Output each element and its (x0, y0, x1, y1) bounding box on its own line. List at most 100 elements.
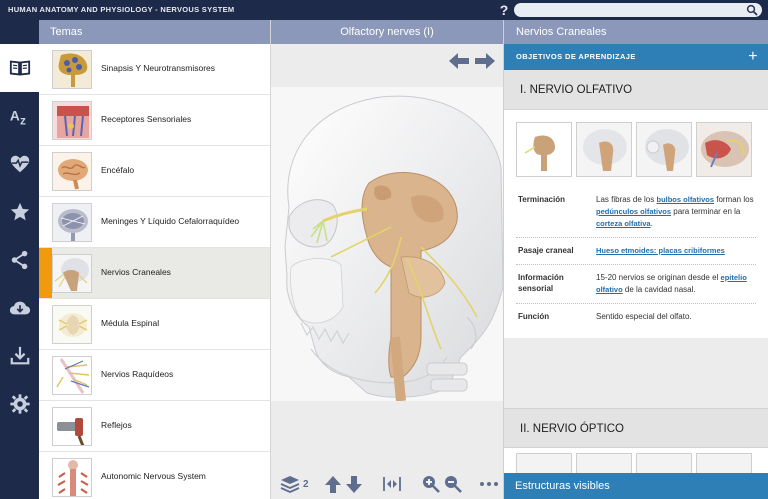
zoom-in-button[interactable] (421, 474, 441, 494)
info-panel: Nervios Craneales OBJETIVOS DE APRENDIZA… (503, 20, 768, 499)
info-value: Las fibras de los bulbos olfativos forma… (596, 194, 756, 230)
topic-thumbnail (52, 356, 92, 395)
help-icon[interactable]: ? (498, 1, 510, 19)
rail-book-button[interactable] (0, 44, 39, 92)
topic-thumbnail (52, 101, 92, 140)
viewer-toolbar: 2 (271, 469, 503, 499)
3d-model-canvas[interactable] (271, 87, 503, 401)
expand-plus-icon[interactable]: + (748, 44, 758, 70)
optic-thumbnails (504, 448, 768, 473)
topic-item-brain[interactable]: Encéfalo (39, 146, 270, 197)
image-thumbnail[interactable] (576, 122, 632, 177)
view-navigation (448, 51, 496, 71)
topic-label: Meninges Y Líquido Cefalorraquídeo (101, 216, 240, 226)
info-text: para terminar en la (671, 207, 741, 216)
section-body-olfactory: Terminación Las fibras de los bulbos olf… (504, 110, 768, 338)
rail-favorites-button[interactable] (0, 188, 39, 236)
topic-label: Nervios Craneales (101, 267, 171, 277)
fit-width-icon (383, 477, 401, 491)
skull-nerve-illustration (284, 95, 503, 401)
info-text: Sentido especial del olfato. (596, 312, 692, 321)
section-optic: II. NERVIO ÓPTICO (504, 408, 768, 473)
more-options-button[interactable] (479, 474, 499, 494)
topic-item-receptors[interactable]: Receptores Sensoriales (39, 95, 270, 146)
info-row-cranial-passage: Pasaje craneal Hueso etmoides: placas cr… (516, 237, 756, 264)
more-icon (480, 482, 498, 486)
topic-thumbnail (52, 50, 92, 89)
image-thumbnail[interactable] (636, 453, 692, 473)
rail-cloud-button[interactable] (0, 284, 39, 332)
search-icon[interactable] (746, 4, 758, 16)
layers-icon (280, 476, 300, 493)
link-olfactory-peduncles[interactable]: pedúnculos olfativos (596, 207, 671, 216)
svg-text:z: z (20, 113, 26, 127)
selection-indicator (39, 248, 52, 298)
layers-button[interactable]: 2 (280, 474, 309, 494)
topic-label: Sinapsis Y Neurotransmisores (101, 63, 216, 73)
topic-item-reflexes[interactable]: Reflejos (39, 401, 270, 452)
topics-header: Temas (39, 20, 270, 44)
info-header: Nervios Craneales (504, 20, 768, 44)
info-key: Información sensorial (518, 273, 564, 293)
search-input[interactable] (514, 3, 762, 17)
topic-thumbnail (52, 152, 92, 191)
info-key: Terminación (518, 195, 565, 204)
image-thumbnails (516, 122, 756, 177)
model-viewer: Olfactory nerves (I) 2 (271, 20, 503, 499)
topic-item-meninges[interactable]: Meninges Y Líquido Cefalorraquídeo (39, 197, 270, 248)
previous-arrow-icon[interactable] (448, 51, 470, 71)
info-value: Hueso etmoides: placas cribiformes (596, 245, 756, 257)
info-key: Pasaje craneal (518, 246, 574, 255)
learning-objectives-bar[interactable]: OBJETIVOS DE APRENDIZAJE + (504, 44, 768, 70)
link-ethmoid-bone[interactable]: Hueso etmoides: placas cribiformes (596, 246, 725, 255)
arrow-up-icon (325, 476, 341, 493)
fit-view-button[interactable] (382, 474, 402, 494)
image-thumbnail[interactable] (636, 122, 692, 177)
topic-item-spinal-cord[interactable]: Médula Espinal (39, 299, 270, 350)
topic-thumbnail (52, 305, 92, 344)
topic-thumbnail (52, 254, 92, 293)
heartbeat-icon (10, 155, 29, 173)
next-arrow-icon[interactable] (474, 51, 496, 71)
topic-thumbnail (52, 203, 92, 242)
layer-up-button[interactable] (323, 474, 343, 494)
topic-item-synapse[interactable]: Sinapsis Y Neurotransmisores (39, 44, 270, 95)
topic-item-cranial-nerves[interactable]: Nervios Craneales (39, 248, 270, 299)
section-title-optic: II. NERVIO ÓPTICO (504, 408, 768, 448)
layer-count: 2 (303, 478, 309, 490)
topic-thumbnail (52, 407, 92, 446)
topic-thumbnail (52, 458, 92, 497)
viewer-title: Olfactory nerves (I) (271, 20, 503, 44)
learning-objectives-label: OBJETIVOS DE APRENDIZAJE (516, 52, 636, 61)
top-bar: HUMAN ANATOMY AND PHYSIOLOGY - NERVOUS S… (0, 0, 768, 20)
image-thumbnail[interactable] (576, 453, 632, 473)
image-thumbnail[interactable] (516, 122, 572, 177)
link-olfactory-bulbs[interactable]: bulbos olfativos (656, 195, 714, 204)
rail-a-z-button[interactable]: A z (0, 92, 39, 140)
visible-structures-bar[interactable]: Estructuras visibles (504, 473, 768, 499)
rail-settings-button[interactable] (0, 380, 39, 428)
zoom-out-button[interactable] (443, 474, 463, 494)
zoom-out-icon (445, 476, 462, 493)
rail-download-button[interactable] (0, 332, 39, 380)
zoom-in-icon (423, 476, 440, 493)
info-text: Las fibras de los (596, 195, 657, 204)
layer-down-button[interactable] (344, 474, 364, 494)
image-thumbnail[interactable] (516, 453, 572, 473)
image-thumbnail[interactable] (696, 122, 752, 177)
info-text: . (650, 219, 653, 228)
topic-label: Encéfalo (101, 165, 135, 175)
topic-item-autonomic[interactable]: Autonomic Nervous System (39, 452, 270, 499)
rail-share-button[interactable] (0, 236, 39, 284)
topic-label: Médula Espinal (101, 318, 160, 328)
side-rail: A z (0, 20, 39, 499)
rail-physiology-button[interactable] (0, 140, 39, 188)
image-thumbnail[interactable] (696, 453, 752, 473)
link-olfactory-cortex[interactable]: corteza olfativa (596, 219, 651, 228)
book-icon (9, 60, 30, 76)
info-text: 15-20 nervios se originan desde el (596, 273, 721, 282)
section-title-olfactory: I. NERVIO OLFATIVO (504, 70, 768, 110)
star-icon (10, 202, 29, 221)
section-olfactory: I. NERVIO OLFATIVO Terminación Las fibra… (504, 70, 768, 338)
topic-item-spinal-nerves[interactable]: Nervios Raquídeos (39, 350, 270, 401)
